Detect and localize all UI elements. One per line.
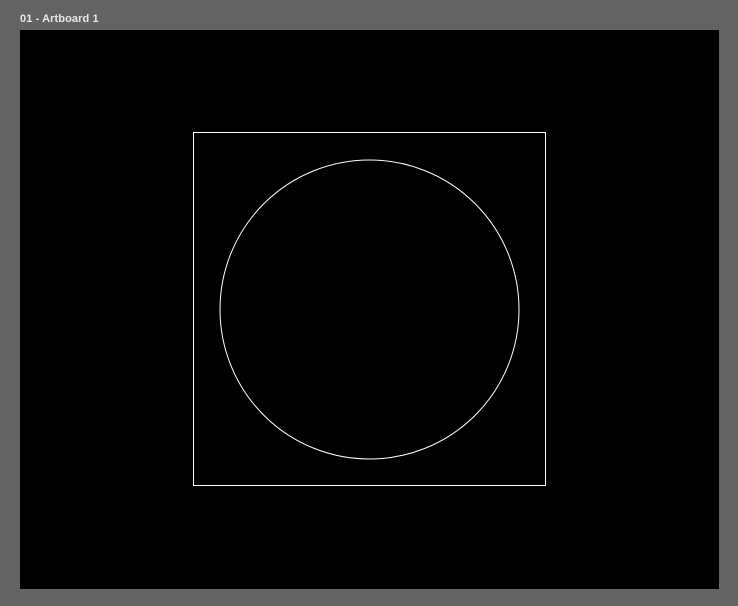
artboard-title[interactable]: 01 - Artboard 1 — [20, 12, 99, 26]
artboard[interactable] — [20, 30, 719, 589]
square-shape[interactable] — [193, 132, 546, 486]
canvas-workspace: 01 - Artboard 1 — [0, 0, 738, 606]
artboard-drawing — [193, 132, 546, 486]
circle-shape[interactable] — [219, 159, 520, 460]
